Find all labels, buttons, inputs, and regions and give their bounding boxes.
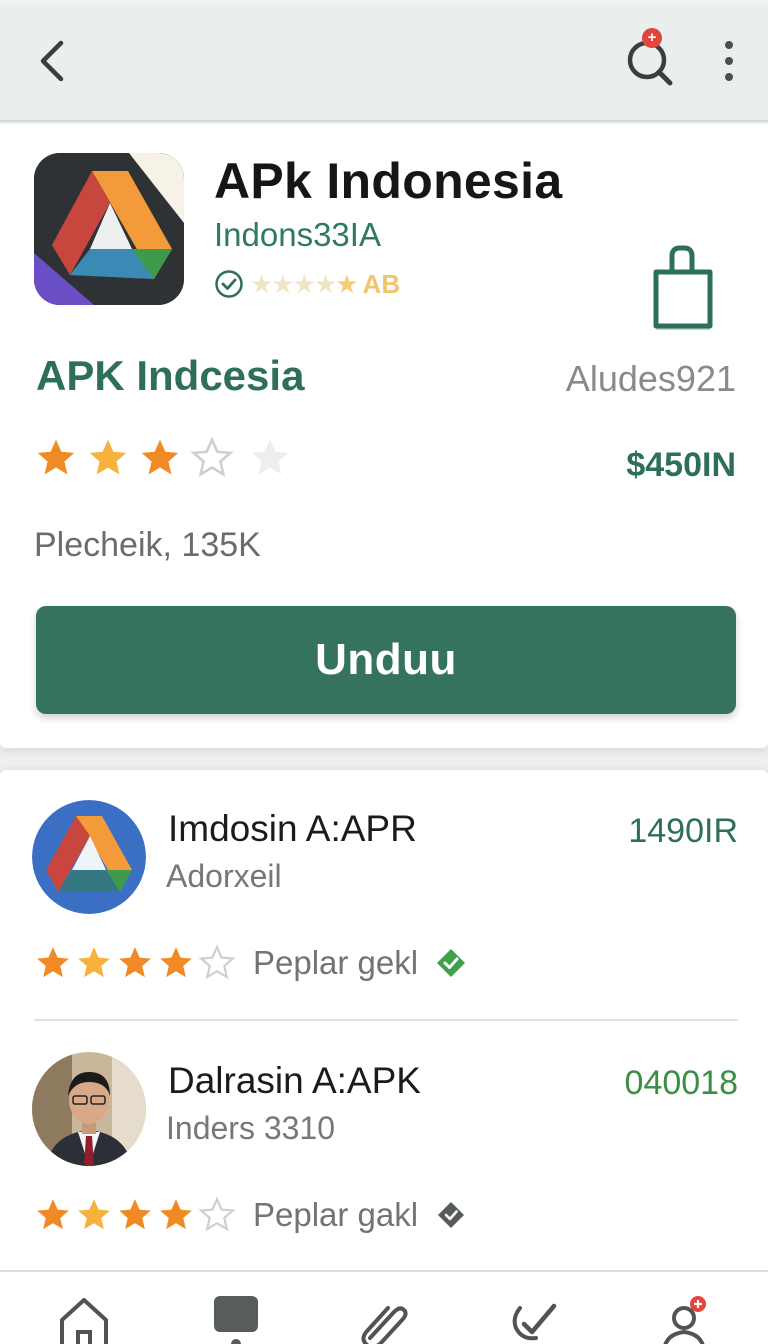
star-empty-icon — [198, 1196, 236, 1232]
star-filled-icon — [37, 947, 69, 978]
more-dot — [725, 57, 733, 65]
diamond-badge-icon — [435, 1199, 467, 1231]
nav-chat[interactable] — [208, 1294, 264, 1344]
nav-tasks[interactable] — [506, 1294, 562, 1344]
star-filled-icon — [78, 947, 110, 978]
nav-home[interactable] — [56, 1294, 112, 1344]
nav-profile[interactable] — [658, 1294, 714, 1344]
drive-logo-icon — [34, 153, 184, 305]
app-detail-card: APk Indonesia Indons33IA ★★★★★ AB APK In… — [0, 124, 768, 748]
app-title: APk Indonesia — [214, 153, 563, 209]
star-filled-icon — [78, 1199, 110, 1230]
app-name: APK Indcesia — [36, 352, 305, 399]
rating-label: AB — [362, 268, 401, 299]
item-title: Imdosin A:APR — [168, 808, 417, 849]
person-photo-icon — [32, 1052, 146, 1166]
star-filled-icon — [141, 439, 179, 475]
item-price: 040018 — [624, 1064, 738, 1102]
item-rating: Peplar gakl — [34, 1196, 467, 1234]
item-rating-label: Peplar gakl — [253, 1196, 419, 1233]
star-empty-icon — [198, 944, 236, 980]
star-empty-icon — [251, 439, 289, 475]
status-bar — [0, 0, 768, 8]
check-icon — [512, 1303, 557, 1341]
verified-check-icon — [215, 270, 243, 298]
more-dot — [725, 41, 733, 49]
star-filled-icon — [160, 1199, 192, 1230]
top-app-bar: + — [0, 0, 768, 122]
drive-logo-icon — [32, 800, 146, 914]
home-icon — [60, 1298, 108, 1344]
more-options-button[interactable] — [712, 36, 746, 86]
item-rating-label: Peplar gekl — [253, 944, 419, 981]
item-price: 1490IR — [628, 812, 738, 850]
app-rating-stars — [34, 436, 292, 480]
back-arrow-icon — [40, 40, 64, 82]
star-filled-icon — [119, 947, 151, 978]
item-title: Dalrasin A:APK — [168, 1060, 421, 1101]
profile-icon — [663, 1296, 706, 1344]
related-apps-list: Imdosin A:APR Adorxeil 1490IR Peplar gek… — [0, 770, 768, 1270]
star-filled-icon — [37, 1199, 69, 1230]
back-button[interactable] — [30, 36, 74, 86]
notification-badge: + — [642, 28, 662, 48]
star-filled-icon — [119, 1199, 151, 1230]
paperclip-icon — [361, 1306, 408, 1344]
more-dot — [725, 73, 733, 81]
verified-badge-icon — [435, 947, 467, 979]
save-button[interactable] — [648, 242, 718, 334]
star-filled-icon — [89, 439, 127, 475]
item-rating: Peplar gekl — [34, 944, 467, 982]
star-filled-icon — [160, 947, 192, 978]
list-item[interactable]: Imdosin A:APR Adorxeil 1490IR Peplar gek… — [0, 770, 768, 1021]
chat-icon — [214, 1296, 258, 1344]
app-id: Aludes921 — [565, 358, 736, 399]
list-item[interactable]: Dalrasin A:APK Inders 3310 040018 Peplar… — [0, 1022, 768, 1272]
item-subtitle: Adorxeil — [166, 858, 282, 894]
app-icon[interactable] — [34, 153, 184, 305]
star-empty-icon — [190, 436, 234, 477]
item-avatar — [32, 1052, 146, 1166]
nav-attachments[interactable] — [356, 1294, 412, 1344]
item-subtitle: Inders 3310 — [166, 1110, 336, 1146]
install-button[interactable]: Unduu — [36, 606, 736, 714]
download-count: Plecheik, 135K — [34, 526, 261, 564]
star-filled-icon — [37, 439, 75, 475]
item-avatar — [32, 800, 146, 914]
bottom-navigation — [0, 1270, 768, 1344]
developer-link[interactable]: Indons33IA — [214, 216, 381, 254]
app-price: $450IN — [626, 446, 736, 484]
verified-row: ★★★★★ AB — [214, 266, 400, 302]
shopping-bag-icon — [653, 245, 713, 330]
faded-rating-stars: ★★★★★ — [250, 268, 359, 299]
search-button[interactable]: + — [620, 28, 680, 90]
list-divider — [34, 1019, 738, 1021]
